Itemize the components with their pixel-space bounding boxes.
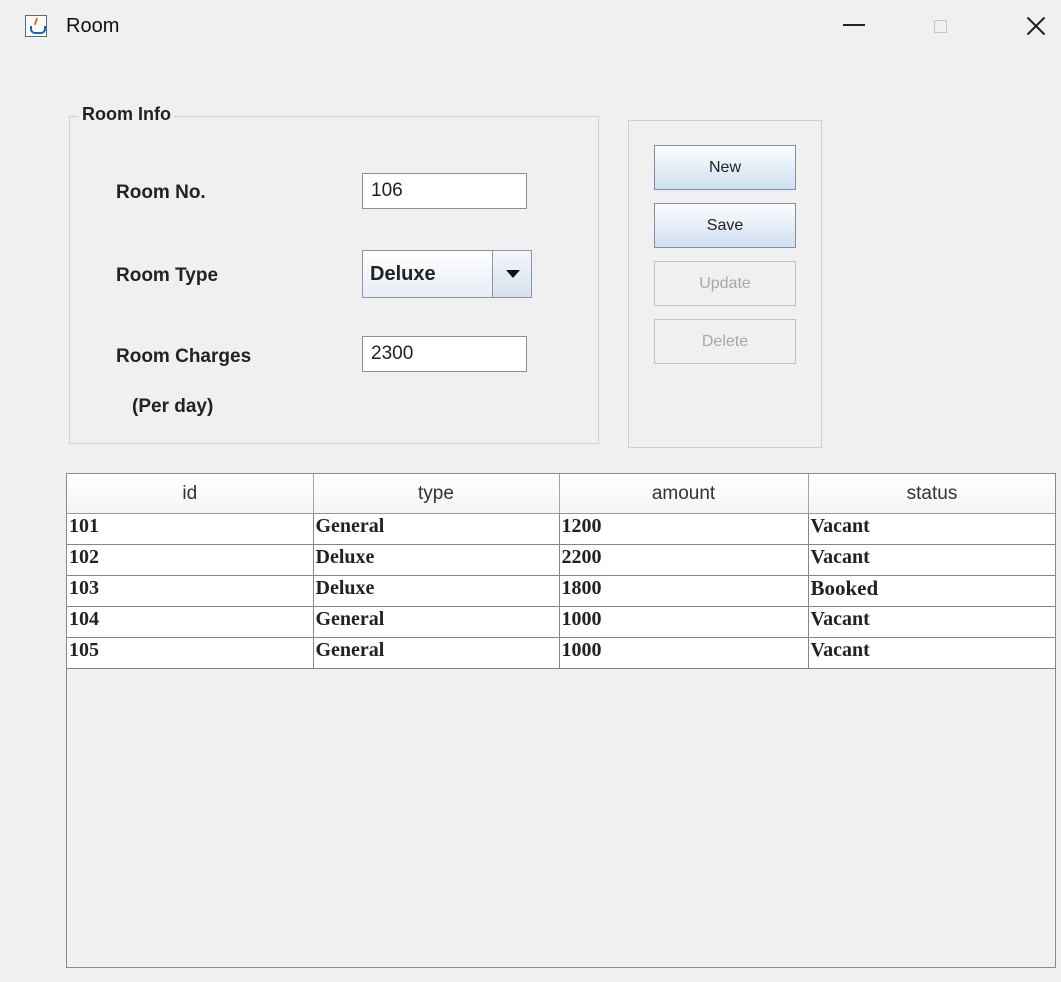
new-button[interactable]: New xyxy=(654,145,796,190)
table-row[interactable]: 101 General 1200 Vacant xyxy=(67,513,1055,545)
window-titlebar: Room xyxy=(0,0,1061,58)
cell-amount[interactable]: 1000 xyxy=(559,606,809,638)
save-button[interactable]: Save xyxy=(654,203,796,248)
cell-type[interactable]: General xyxy=(313,606,560,638)
table-row[interactable]: 102 Deluxe 2200 Vacant xyxy=(67,544,1055,576)
cell-status[interactable]: Vacant xyxy=(808,606,1055,638)
maximize-icon[interactable] xyxy=(934,20,947,33)
cell-id[interactable]: 102 xyxy=(67,544,314,576)
room-type-label: Room Type xyxy=(116,265,219,286)
cell-id[interactable]: 105 xyxy=(67,637,314,669)
room-charges-field[interactable] xyxy=(362,336,527,372)
room-type-select[interactable]: Deluxe xyxy=(362,250,532,298)
cell-amount[interactable]: 1200 xyxy=(559,513,809,545)
column-header-amount[interactable]: amount xyxy=(559,474,809,514)
cell-status[interactable]: Booked xyxy=(808,575,1055,607)
table-header-row: id type amount status xyxy=(67,474,1055,514)
delete-button[interactable]: Delete xyxy=(654,319,796,364)
room-charges-per-day-label: (Per day) xyxy=(132,396,214,417)
room-number-label: Room No. xyxy=(116,182,206,203)
room-number-field[interactable] xyxy=(362,173,527,209)
cell-id[interactable]: 104 xyxy=(67,606,314,638)
cell-amount[interactable]: 1800 xyxy=(559,575,809,607)
cell-amount[interactable]: 2200 xyxy=(559,544,809,576)
room-info-title: Room Info xyxy=(79,104,174,125)
cell-status[interactable]: Vacant xyxy=(808,544,1055,576)
java-icon xyxy=(25,15,47,37)
cell-id[interactable]: 101 xyxy=(67,513,314,545)
cell-type[interactable]: Deluxe xyxy=(313,544,560,576)
cell-type[interactable]: General xyxy=(313,637,560,669)
column-header-type[interactable]: type xyxy=(313,474,560,514)
close-icon[interactable] xyxy=(1024,14,1048,38)
cell-type[interactable]: General xyxy=(313,513,560,545)
cell-status[interactable]: Vacant xyxy=(808,637,1055,669)
minimize-icon[interactable] xyxy=(843,24,865,26)
room-type-value: Deluxe xyxy=(370,263,436,285)
update-button[interactable]: Update xyxy=(654,261,796,306)
room-charges-label: Room Charges xyxy=(116,346,252,367)
table-row[interactable]: 105 General 1000 Vacant xyxy=(67,637,1055,669)
cell-amount[interactable]: 1000 xyxy=(559,637,809,669)
cell-status[interactable]: Vacant xyxy=(808,513,1055,545)
table-row[interactable]: 103 Deluxe 1800 Booked xyxy=(67,575,1055,607)
rooms-table: id type amount status 101 General 1200 V… xyxy=(67,474,1055,669)
table-row[interactable]: 104 General 1000 Vacant xyxy=(67,606,1055,638)
column-header-id[interactable]: id xyxy=(67,474,314,514)
cell-id[interactable]: 103 xyxy=(67,575,314,607)
window-title: Room xyxy=(66,15,120,37)
rooms-table-container[interactable]: id type amount status 101 General 1200 V… xyxy=(66,473,1056,968)
column-header-status[interactable]: status xyxy=(808,474,1055,514)
cell-type[interactable]: Deluxe xyxy=(313,575,560,607)
chevron-down-icon[interactable] xyxy=(492,251,531,297)
